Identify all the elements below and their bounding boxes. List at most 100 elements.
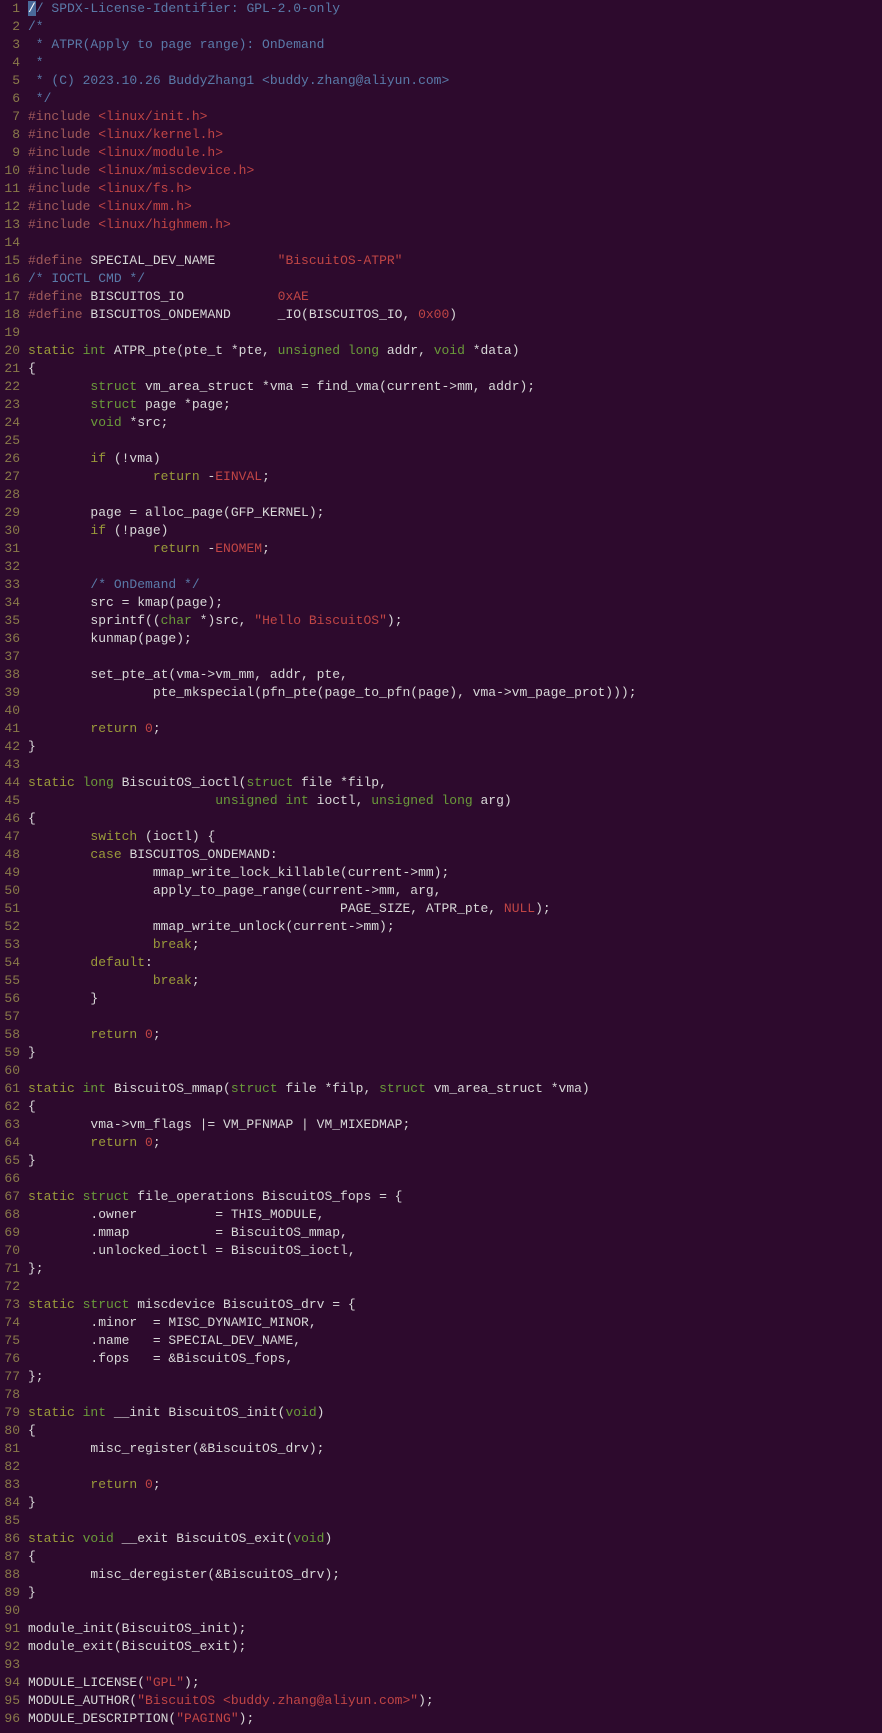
code-line[interactable]: PAGE_SIZE, ATPR_pte, NULL); xyxy=(28,900,882,918)
code-line[interactable] xyxy=(28,1278,882,1296)
code-line[interactable] xyxy=(28,1170,882,1188)
code-line[interactable] xyxy=(28,486,882,504)
code-line[interactable]: { xyxy=(28,810,882,828)
code-line[interactable]: #define BISCUITOS_IO 0xAE xyxy=(28,288,882,306)
code-line[interactable]: .unlocked_ioctl = BiscuitOS_ioctl, xyxy=(28,1242,882,1260)
code-line[interactable]: apply_to_page_range(current->mm, arg, xyxy=(28,882,882,900)
code-line[interactable]: #include <linux/init.h> xyxy=(28,108,882,126)
code-line[interactable] xyxy=(28,1458,882,1476)
code-line[interactable]: } xyxy=(28,1152,882,1170)
code-line[interactable]: switch (ioctl) { xyxy=(28,828,882,846)
code-line[interactable]: void *src; xyxy=(28,414,882,432)
code-line[interactable]: struct page *page; xyxy=(28,396,882,414)
code-line[interactable] xyxy=(28,324,882,342)
code-line[interactable]: unsigned int ioctl, unsigned long arg) xyxy=(28,792,882,810)
code-line[interactable] xyxy=(28,558,882,576)
code-line[interactable]: return 0; xyxy=(28,1026,882,1044)
code-line[interactable]: */ xyxy=(28,90,882,108)
code-line[interactable]: break; xyxy=(28,972,882,990)
code-line[interactable]: static struct miscdevice BiscuitOS_drv =… xyxy=(28,1296,882,1314)
code-line[interactable]: * ATPR(Apply to page range): OnDemand xyxy=(28,36,882,54)
code-line[interactable]: return 0; xyxy=(28,1476,882,1494)
code-line[interactable]: static int BiscuitOS_mmap(struct file *f… xyxy=(28,1080,882,1098)
code-line[interactable]: page = alloc_page(GFP_KERNEL); xyxy=(28,504,882,522)
code-line[interactable]: #define BISCUITOS_ONDEMAND _IO(BISCUITOS… xyxy=(28,306,882,324)
code-line[interactable]: misc_register(&BiscuitOS_drv); xyxy=(28,1440,882,1458)
code-line[interactable] xyxy=(28,1386,882,1404)
code-line[interactable]: MODULE_LICENSE("GPL"); xyxy=(28,1674,882,1692)
code-line[interactable]: vma->vm_flags |= VM_PFNMAP | VM_MIXEDMAP… xyxy=(28,1116,882,1134)
code-line[interactable]: #include <linux/mm.h> xyxy=(28,198,882,216)
code-line[interactable] xyxy=(28,1062,882,1080)
code-line[interactable]: static int __init BiscuitOS_init(void) xyxy=(28,1404,882,1422)
code-line[interactable]: .minor = MISC_DYNAMIC_MINOR, xyxy=(28,1314,882,1332)
code-line[interactable] xyxy=(28,648,882,666)
code-line[interactable]: #include <linux/kernel.h> xyxy=(28,126,882,144)
code-line[interactable]: /* xyxy=(28,18,882,36)
code-line[interactable]: static struct file_operations BiscuitOS_… xyxy=(28,1188,882,1206)
code-line[interactable]: } xyxy=(28,990,882,1008)
code-line[interactable]: default: xyxy=(28,954,882,972)
code-line[interactable]: struct vm_area_struct *vma = find_vma(cu… xyxy=(28,378,882,396)
code-line[interactable]: { xyxy=(28,1098,882,1116)
code-line[interactable]: return 0; xyxy=(28,1134,882,1152)
code-line[interactable]: .fops = &BiscuitOS_fops, xyxy=(28,1350,882,1368)
code-line[interactable]: // SPDX-License-Identifier: GPL-2.0-only xyxy=(28,0,882,18)
code-line[interactable]: { xyxy=(28,360,882,378)
code-line[interactable]: module_exit(BiscuitOS_exit); xyxy=(28,1638,882,1656)
code-line[interactable]: } xyxy=(28,1044,882,1062)
code-line[interactable]: case BISCUITOS_ONDEMAND: xyxy=(28,846,882,864)
code-area[interactable]: // SPDX-License-Identifier: GPL-2.0-only… xyxy=(28,0,882,1728)
code-line[interactable]: MODULE_DESCRIPTION("PAGING"); xyxy=(28,1710,882,1728)
code-line[interactable]: MODULE_AUTHOR("BiscuitOS <buddy.zhang@al… xyxy=(28,1692,882,1710)
code-line[interactable]: #include <linux/module.h> xyxy=(28,144,882,162)
code-line[interactable]: } xyxy=(28,1494,882,1512)
code-line[interactable] xyxy=(28,432,882,450)
token-c-number: 0 xyxy=(145,721,153,736)
code-line[interactable]: * (C) 2023.10.26 BuddyZhang1 <buddy.zhan… xyxy=(28,72,882,90)
code-line[interactable]: static void __exit BiscuitOS_exit(void) xyxy=(28,1530,882,1548)
code-line[interactable]: return -EINVAL; xyxy=(28,468,882,486)
code-line[interactable]: #include <linux/fs.h> xyxy=(28,180,882,198)
code-line[interactable]: #define SPECIAL_DEV_NAME "BiscuitOS-ATPR… xyxy=(28,252,882,270)
code-line[interactable]: static long BiscuitOS_ioctl(struct file … xyxy=(28,774,882,792)
code-line[interactable]: }; xyxy=(28,1260,882,1278)
code-line[interactable]: { xyxy=(28,1548,882,1566)
code-line[interactable] xyxy=(28,702,882,720)
code-line[interactable]: #include <linux/miscdevice.h> xyxy=(28,162,882,180)
code-line[interactable]: misc_deregister(&BiscuitOS_drv); xyxy=(28,1566,882,1584)
code-line[interactable]: kunmap(page); xyxy=(28,630,882,648)
code-line[interactable] xyxy=(28,1656,882,1674)
code-line[interactable] xyxy=(28,756,882,774)
code-line[interactable]: src = kmap(page); xyxy=(28,594,882,612)
code-line[interactable]: set_pte_at(vma->vm_mm, addr, pte, xyxy=(28,666,882,684)
code-line[interactable]: .name = SPECIAL_DEV_NAME, xyxy=(28,1332,882,1350)
code-line[interactable]: pte_mkspecial(pfn_pte(page_to_pfn(page),… xyxy=(28,684,882,702)
code-line[interactable]: mmap_write_lock_killable(current->mm); xyxy=(28,864,882,882)
token-c-preproc: #include xyxy=(28,163,98,178)
code-editor[interactable]: 1234567891011121314151617181920212223242… xyxy=(0,0,882,1728)
code-line[interactable]: .owner = THIS_MODULE, xyxy=(28,1206,882,1224)
code-line[interactable]: * xyxy=(28,54,882,72)
code-line[interactable]: }; xyxy=(28,1368,882,1386)
code-line[interactable]: return -ENOMEM; xyxy=(28,540,882,558)
code-line[interactable] xyxy=(28,1602,882,1620)
code-line[interactable]: /* IOCTL CMD */ xyxy=(28,270,882,288)
code-line[interactable]: .mmap = BiscuitOS_mmap, xyxy=(28,1224,882,1242)
code-line[interactable]: if (!page) xyxy=(28,522,882,540)
code-line[interactable]: #include <linux/highmem.h> xyxy=(28,216,882,234)
code-line[interactable]: { xyxy=(28,1422,882,1440)
code-line[interactable]: /* OnDemand */ xyxy=(28,576,882,594)
code-line[interactable] xyxy=(28,1008,882,1026)
code-line[interactable]: mmap_write_unlock(current->mm); xyxy=(28,918,882,936)
code-line[interactable] xyxy=(28,234,882,252)
code-line[interactable]: if (!vma) xyxy=(28,450,882,468)
code-line[interactable]: static int ATPR_pte(pte_t *pte, unsigned… xyxy=(28,342,882,360)
code-line[interactable]: sprintf((char *)src, "Hello BiscuitOS"); xyxy=(28,612,882,630)
code-line[interactable] xyxy=(28,1512,882,1530)
code-line[interactable]: return 0; xyxy=(28,720,882,738)
code-line[interactable]: break; xyxy=(28,936,882,954)
code-line[interactable]: } xyxy=(28,1584,882,1602)
code-line[interactable]: } xyxy=(28,738,882,756)
code-line[interactable]: module_init(BiscuitOS_init); xyxy=(28,1620,882,1638)
